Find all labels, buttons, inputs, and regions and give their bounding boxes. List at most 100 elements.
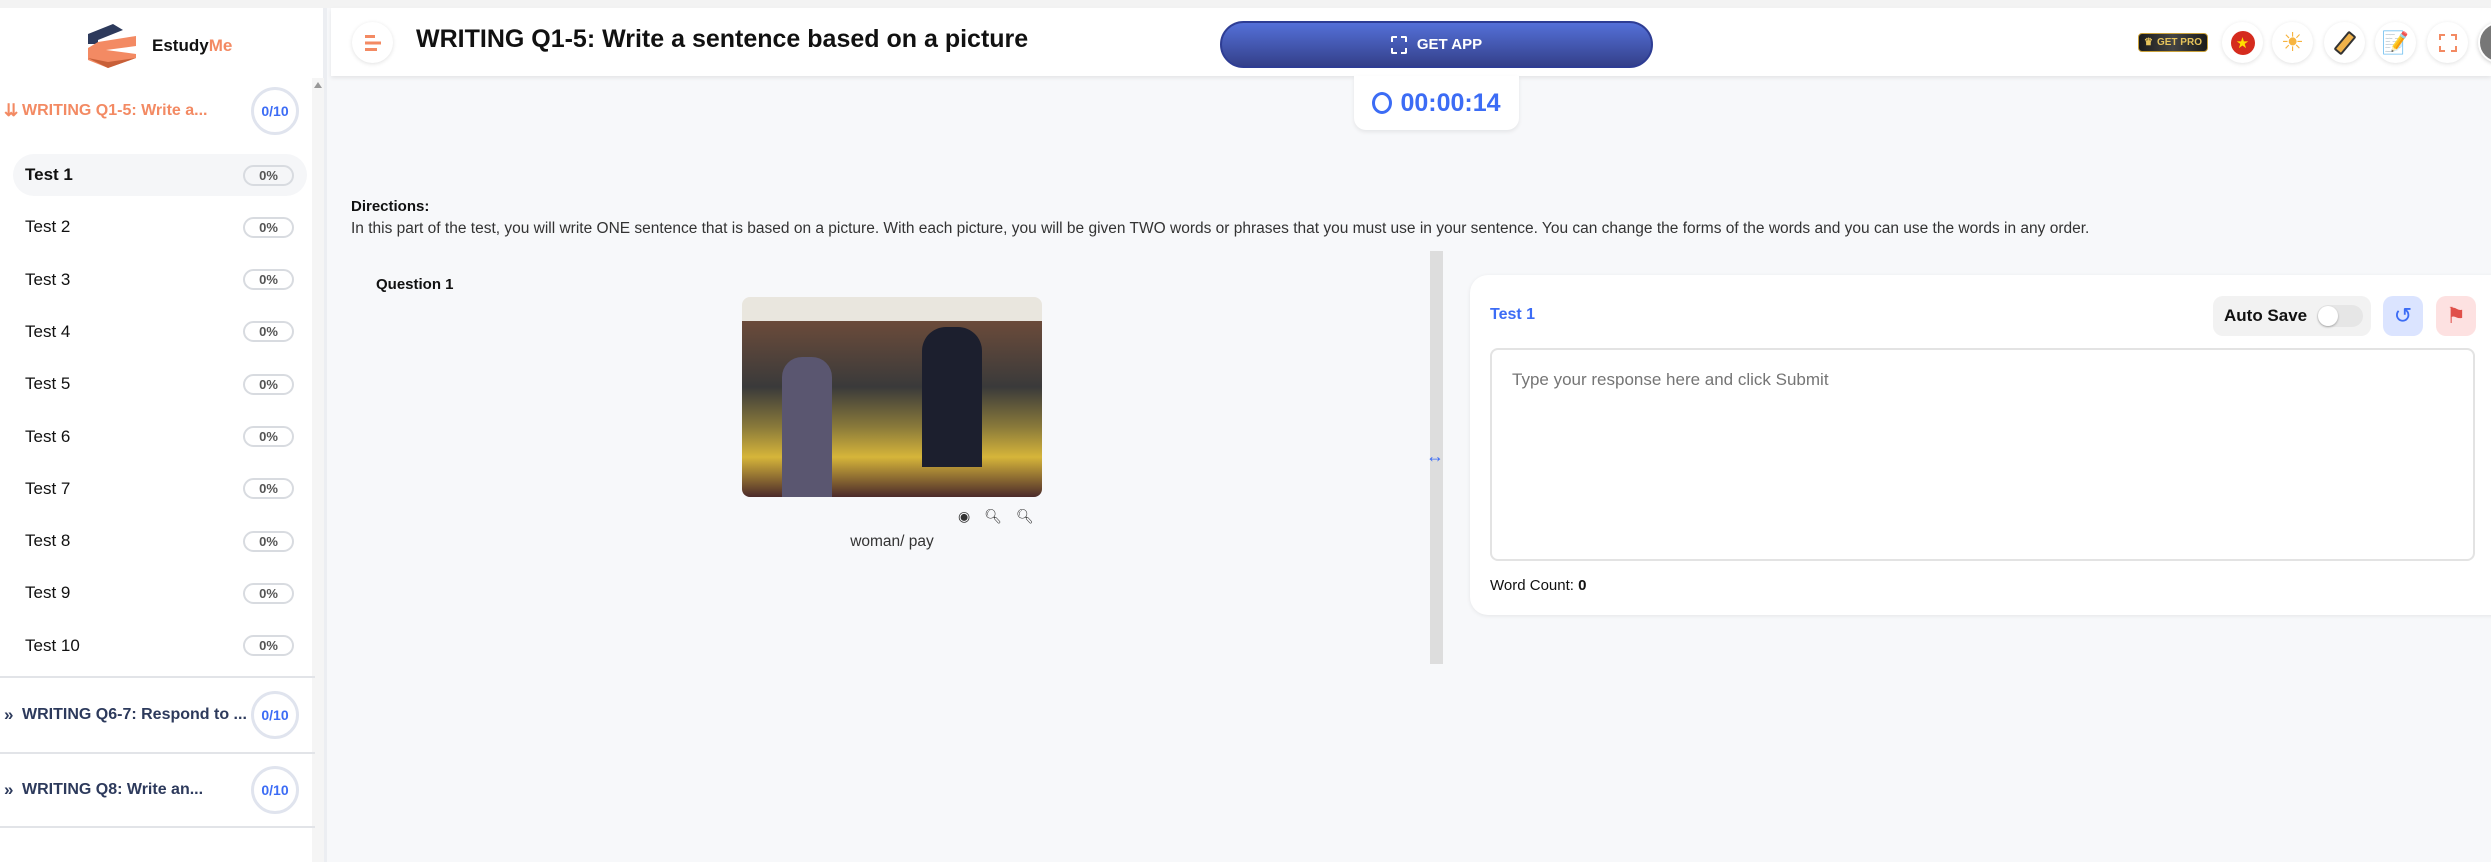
sidebar-test-item[interactable]: Test 5 0% [13, 363, 307, 405]
test-progress-badge: 0% [243, 164, 294, 186]
get-app-label: GET APP [1416, 36, 1483, 53]
zoom-in-icon[interactable]: 🔍︎ [984, 508, 1002, 525]
timer-value: 00:00:14 [1400, 88, 1501, 117]
sidebar-test-item[interactable]: Test 8 0% [13, 520, 307, 562]
sidebar-test-item[interactable]: Test 7 0% [13, 468, 307, 510]
response-textarea[interactable] [1490, 348, 2475, 561]
word-count-value: 0 [1578, 577, 1587, 594]
answer-card: Test 1 Auto Save ↺ ⚑ Word Count: 0 [1470, 275, 2491, 615]
divider [0, 676, 315, 678]
language-button[interactable]: ★ [2222, 22, 2263, 63]
image-controls: ◉ 🔍︎ 🔍︎ [958, 508, 1034, 525]
fullscreen-icon [2438, 33, 2457, 52]
test-progress-badge: 0% [243, 582, 294, 604]
sidebar-section-q6-7[interactable]: » WRITING Q6-7: Respond to ... 0/10 [0, 685, 315, 745]
stopwatch-icon [1372, 92, 1393, 114]
image-man [922, 327, 982, 467]
menu-button[interactable] [352, 22, 393, 63]
sidebar: EstudyMe ⇊ WRITING Q1-5: Write a... 0/10… [0, 8, 327, 862]
question-keywords: woman/ pay [850, 533, 934, 550]
flag-icon: ⚑ [2446, 303, 2466, 328]
test-label: Test 9 [25, 583, 71, 603]
page-title: WRITING Q1-5: Write a sentence based on … [416, 25, 1029, 53]
logo-icon [88, 24, 136, 68]
section-label: WRITING Q8: Write an... [22, 781, 204, 798]
highlighter-icon [2332, 30, 2357, 55]
test-progress-badge: 0% [243, 321, 294, 343]
chevron-right-icon: » [4, 780, 14, 799]
section-progress: 0/10 [251, 87, 299, 135]
chevron-down-icon: ⇊ [4, 101, 19, 120]
sidebar-test-item[interactable]: Test 3 0% [13, 259, 307, 301]
test-progress-badge: 0% [243, 635, 294, 657]
resize-arrows-icon[interactable]: ↔ [1426, 446, 1444, 467]
test-label: Test 5 [25, 374, 71, 394]
sidebar-test-item[interactable]: Test 9 0% [13, 572, 307, 614]
hamburger-icon [364, 34, 381, 51]
test-label: Test 6 [25, 426, 71, 446]
sidebar-section-q1-5[interactable]: ⇊ WRITING Q1-5: Write a... 0/10 [0, 81, 315, 141]
question-label: Question 1 [376, 276, 454, 293]
question-image[interactable] [742, 297, 1042, 497]
test-label: Test 3 [25, 269, 71, 289]
word-count-label: Word Count: [1490, 577, 1574, 594]
directions-text: In this part of the test, you will write… [351, 220, 2090, 237]
theme-button[interactable]: ☀ [2272, 22, 2313, 63]
scroll-up-icon[interactable] [314, 82, 322, 88]
logo[interactable]: EstudyMe [88, 24, 232, 68]
top-strip [0, 0, 2491, 8]
test-progress-badge: 0% [243, 530, 294, 552]
section-progress: 0/10 [251, 691, 299, 739]
sidebar-test-item[interactable]: Test 6 0% [13, 416, 307, 458]
zoom-out-icon[interactable]: 🔍︎ [1016, 508, 1034, 525]
auto-save-toggle[interactable] [2317, 305, 2364, 327]
auto-save-control: Auto Save [2213, 296, 2371, 336]
avatar[interactable] [2478, 22, 2491, 63]
sidebar-test-item[interactable]: Test 1 0% [13, 154, 307, 196]
brand-name: Estudy [152, 36, 209, 55]
get-pro-label: GET PRO [2156, 37, 2202, 48]
highlighter-button[interactable] [2324, 22, 2365, 63]
test-progress-badge: 0% [243, 426, 294, 447]
test-label: Test 4 [25, 321, 71, 341]
test-progress-badge: 0% [243, 478, 294, 500]
auto-save-label: Auto Save [2224, 306, 2308, 325]
sidebar-test-item[interactable]: Test 2 0% [13, 206, 307, 248]
get-app-button[interactable]: GET APP [1220, 21, 1653, 68]
sun-icon: ☀ [2280, 27, 2305, 57]
scan-icon [1390, 35, 1407, 54]
timer: 00:00:14 [1354, 76, 1519, 130]
section-label: WRITING Q1-5: Write a... [22, 102, 208, 119]
sidebar-section-q8[interactable]: » WRITING Q8: Write an... 0/10 [0, 760, 315, 820]
test-label: Test 2 [25, 217, 71, 237]
directions-heading: Directions: [351, 198, 430, 215]
eye-icon[interactable]: ◉ [958, 508, 970, 525]
sidebar-test-item[interactable]: Test 10 0% [13, 625, 307, 667]
image-woman [782, 357, 832, 497]
history-icon: ↺ [2393, 303, 2413, 328]
sidebar-test-item[interactable]: Test 4 0% [13, 311, 307, 353]
divider [0, 826, 315, 828]
fullscreen-button[interactable] [2427, 22, 2468, 63]
get-pro-button[interactable]: ♛ GET PRO [2138, 33, 2208, 52]
vietnam-flag-icon: ★ [2230, 30, 2255, 55]
section-progress: 0/10 [251, 766, 299, 814]
answer-title: Test 1 [1490, 306, 1536, 323]
test-label: Test 1 [25, 165, 73, 184]
section-label: WRITING Q6-7: Respond to ... [22, 706, 247, 723]
test-label: Test 8 [25, 531, 71, 551]
word-count: Word Count: 0 [1490, 577, 1586, 594]
history-button[interactable]: ↺ [2383, 296, 2423, 336]
brand-name-accent: Me [208, 36, 233, 55]
header: WRITING Q1-5: Write a sentence based on … [331, 8, 2491, 76]
test-progress-badge: 0% [243, 373, 294, 395]
divider [0, 752, 315, 754]
test-label: Test 7 [25, 478, 71, 498]
test-progress-badge: 0% [243, 269, 294, 291]
chevron-right-icon: » [4, 705, 14, 724]
notes-button[interactable]: 📝 [2375, 22, 2416, 63]
flag-button[interactable]: ⚑ [2436, 296, 2476, 336]
notepad-icon: 📝 [2381, 29, 2410, 55]
test-progress-badge: 0% [243, 216, 294, 238]
test-label: Test 10 [25, 635, 80, 655]
